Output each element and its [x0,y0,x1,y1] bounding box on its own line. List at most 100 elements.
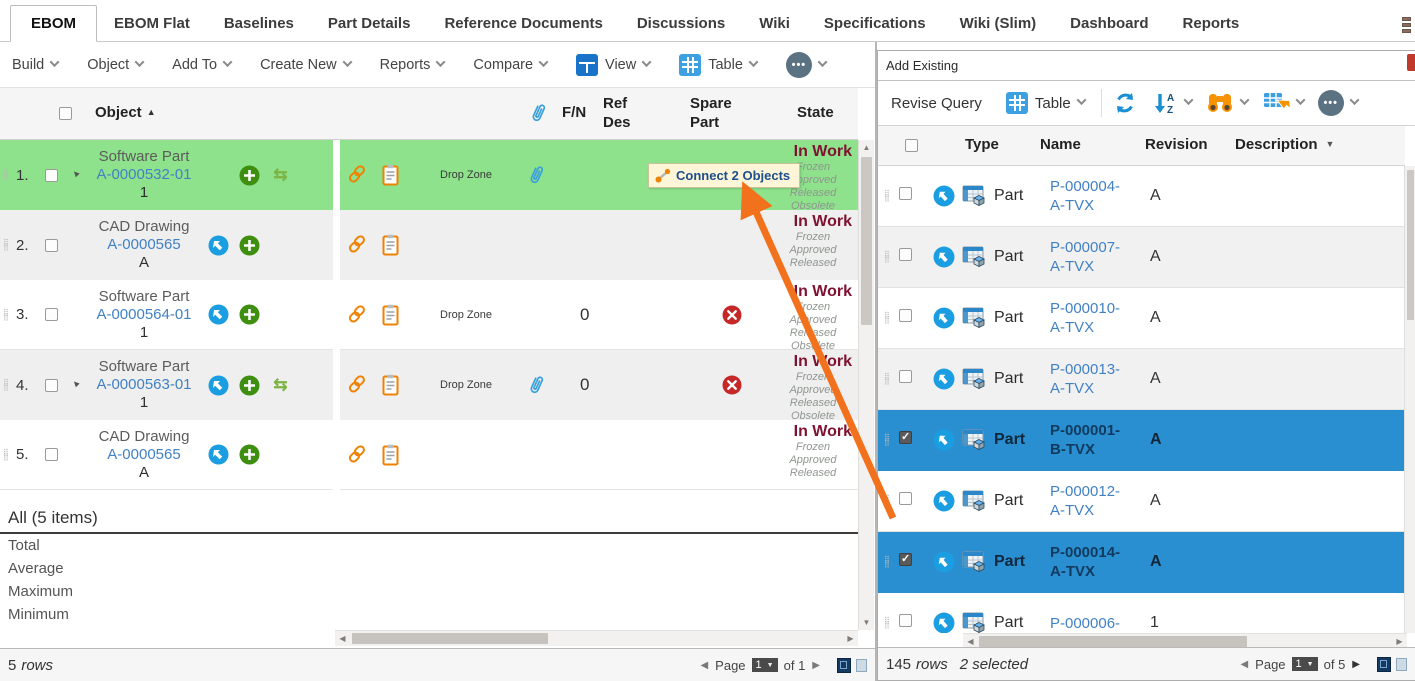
column-header-name[interactable]: Name [1040,136,1081,153]
scroll-left-icon[interactable]: ◀ [335,631,350,646]
add-child-icon[interactable] [234,235,265,256]
row-checkbox[interactable] [45,169,58,182]
scrollbar-thumb[interactable] [861,157,872,325]
error-icon[interactable] [722,375,742,395]
column-header-revision[interactable]: Revision [1145,136,1208,153]
menu-view[interactable]: View [576,54,650,76]
drag-handle[interactable]: ⣿⣿ [3,171,16,179]
compact-view-icon[interactable] [1396,658,1407,671]
replace-icon[interactable]: ⇆ [265,375,296,395]
clipboard-icon[interactable] [382,374,399,396]
revise-query-button[interactable]: Revise Query [891,95,982,112]
drop-zone[interactable]: Drop Zone [428,309,504,321]
revision-float-icon[interactable] [926,429,962,451]
scroll-up-icon[interactable]: ▲ [859,140,874,155]
menu-reports[interactable]: Reports [380,57,445,73]
object-name-link[interactable]: A-0000532-01 [96,166,191,183]
horizontal-scrollbar[interactable]: ◀ ▶ [335,630,858,646]
structure-link-icon[interactable] [348,235,368,255]
drag-handle[interactable]: ⣿⣿ [878,436,894,444]
paperclip-icon[interactable] [528,374,545,396]
scrollbar-thumb[interactable] [979,636,1247,647]
scrollbar-thumb[interactable] [352,633,548,644]
drop-zone[interactable]: Drop Zone [428,169,504,181]
clipboard-icon[interactable] [382,304,399,326]
menu-compare[interactable]: Compare [473,57,547,73]
attachment-column-paperclip-icon[interactable] [530,102,547,124]
result-row[interactable]: ⣿⣿ Part P-000014-A-TVX A [878,532,1405,593]
add-child-icon[interactable] [234,304,265,325]
error-icon[interactable] [722,305,742,325]
row-checkbox[interactable] [899,187,912,200]
table-row[interactable]: ⣿⣿ 1. ◄ Software Part A-0000532-01 1 ⇆ [0,140,858,210]
tab-ebom[interactable]: EBOM [10,5,97,42]
page-next-icon[interactable]: ▶ [812,660,820,671]
result-row[interactable]: ⣿⣿ Part P-000006- 1 [878,593,1405,633]
revision-float-icon[interactable] [203,235,234,256]
result-name-link[interactable]: P-000013-A-TVX [1050,361,1120,397]
result-row[interactable]: ⣿⣿ Part P-000013-A-TVX A [878,349,1405,410]
more-actions-menu[interactable]: ••• [786,52,826,78]
result-row[interactable]: ⣿⣿ Part P-000012-A-TVX A [878,471,1405,532]
tab-baselines[interactable]: Baselines [207,6,311,41]
result-name-link[interactable]: P-000004-A-TVX [1050,178,1120,214]
tab-specifications[interactable]: Specifications [807,6,943,41]
page-select[interactable]: 1▼ [1292,657,1318,671]
row-checkbox[interactable] [899,370,912,383]
tab-ebom-flat[interactable]: EBOM Flat [97,6,207,41]
structure-link-icon[interactable] [348,375,368,395]
select-all-checkbox[interactable] [905,139,918,152]
tab-wiki-slim-[interactable]: Wiki (Slim) [943,6,1054,41]
more-actions-menu[interactable]: ••• [1318,90,1358,116]
expand-icon[interactable]: ◄ [70,377,87,394]
tab-dashboard[interactable]: Dashboard [1053,6,1165,41]
object-name-link[interactable]: A-0000563-01 [96,376,191,393]
clipboard-icon[interactable] [382,164,399,186]
structure-link-icon[interactable] [348,305,368,325]
drag-handle[interactable]: ⣿⣿ [878,497,894,505]
row-checkbox[interactable] [899,614,912,627]
refresh-button[interactable] [1112,90,1138,116]
column-header-ref-des[interactable]: RefDes [603,94,631,132]
drag-handle[interactable]: ⣿⣿ [878,619,894,627]
compact-view-icon[interactable] [856,659,867,672]
drag-handle[interactable]: ⣿⣿ [878,253,894,261]
object-name-link[interactable]: A-0000564-01 [96,306,191,323]
drag-handle[interactable]: ⣿⣿ [3,241,16,249]
revision-float-icon[interactable] [203,304,234,325]
menu-table[interactable]: Table [679,54,757,76]
result-row[interactable]: ⣿⣿ Part P-000004-A-TVX A [878,166,1405,227]
drag-handle[interactable]: ⣿⣿ [3,451,16,459]
row-checkbox[interactable] [899,248,912,261]
object-name-link[interactable]: A-0000565 [107,236,180,253]
clipboard-icon[interactable] [382,234,399,256]
menu-create-new[interactable]: Create New [260,57,351,73]
result-row[interactable]: ⣿⣿ Part P-000010-A-TVX A [878,288,1405,349]
revision-float-icon[interactable] [203,444,234,465]
table-view-menu[interactable]: Table [1006,92,1085,114]
drop-zone[interactable]: Drop Zone [428,379,504,391]
tab-reports[interactable]: Reports [1166,6,1257,41]
row-checkbox[interactable] [45,379,58,392]
revision-float-icon[interactable] [203,375,234,396]
revision-float-icon[interactable] [926,185,962,207]
result-name-link[interactable]: P-000014-A-TVX [1050,544,1120,580]
connect-objects-button[interactable]: Connect 2 Objects [648,163,800,188]
drag-handle[interactable]: ⣿⣿ [3,381,16,389]
column-header-spare-part[interactable]: SparePart [690,94,732,132]
result-row[interactable]: ⣿⣿ Part P-000007-A-TVX A [878,227,1405,288]
menu-add-to[interactable]: Add To [172,57,231,73]
column-header-description[interactable]: Description▼ [1235,136,1334,153]
scroll-down-icon[interactable]: ▼ [859,615,874,630]
row-checkbox[interactable] [45,448,58,461]
vertical-scrollbar[interactable]: ▲ ▼ [858,140,874,630]
row-checkbox[interactable] [899,309,912,322]
revision-float-icon[interactable] [926,307,962,329]
page-prev-icon[interactable]: ◀ [700,660,708,671]
table-row[interactable]: ⣿⣿ 2. ◄ CAD Drawing A-0000565 A ⇆ [0,210,858,280]
page-select[interactable]: 1▼ [752,658,778,672]
drag-handle[interactable]: ⣿⣿ [878,375,894,383]
drag-handle[interactable]: ⣿⣿ [878,314,894,322]
tab-discussions[interactable]: Discussions [620,6,742,41]
add-child-icon[interactable] [234,375,265,396]
